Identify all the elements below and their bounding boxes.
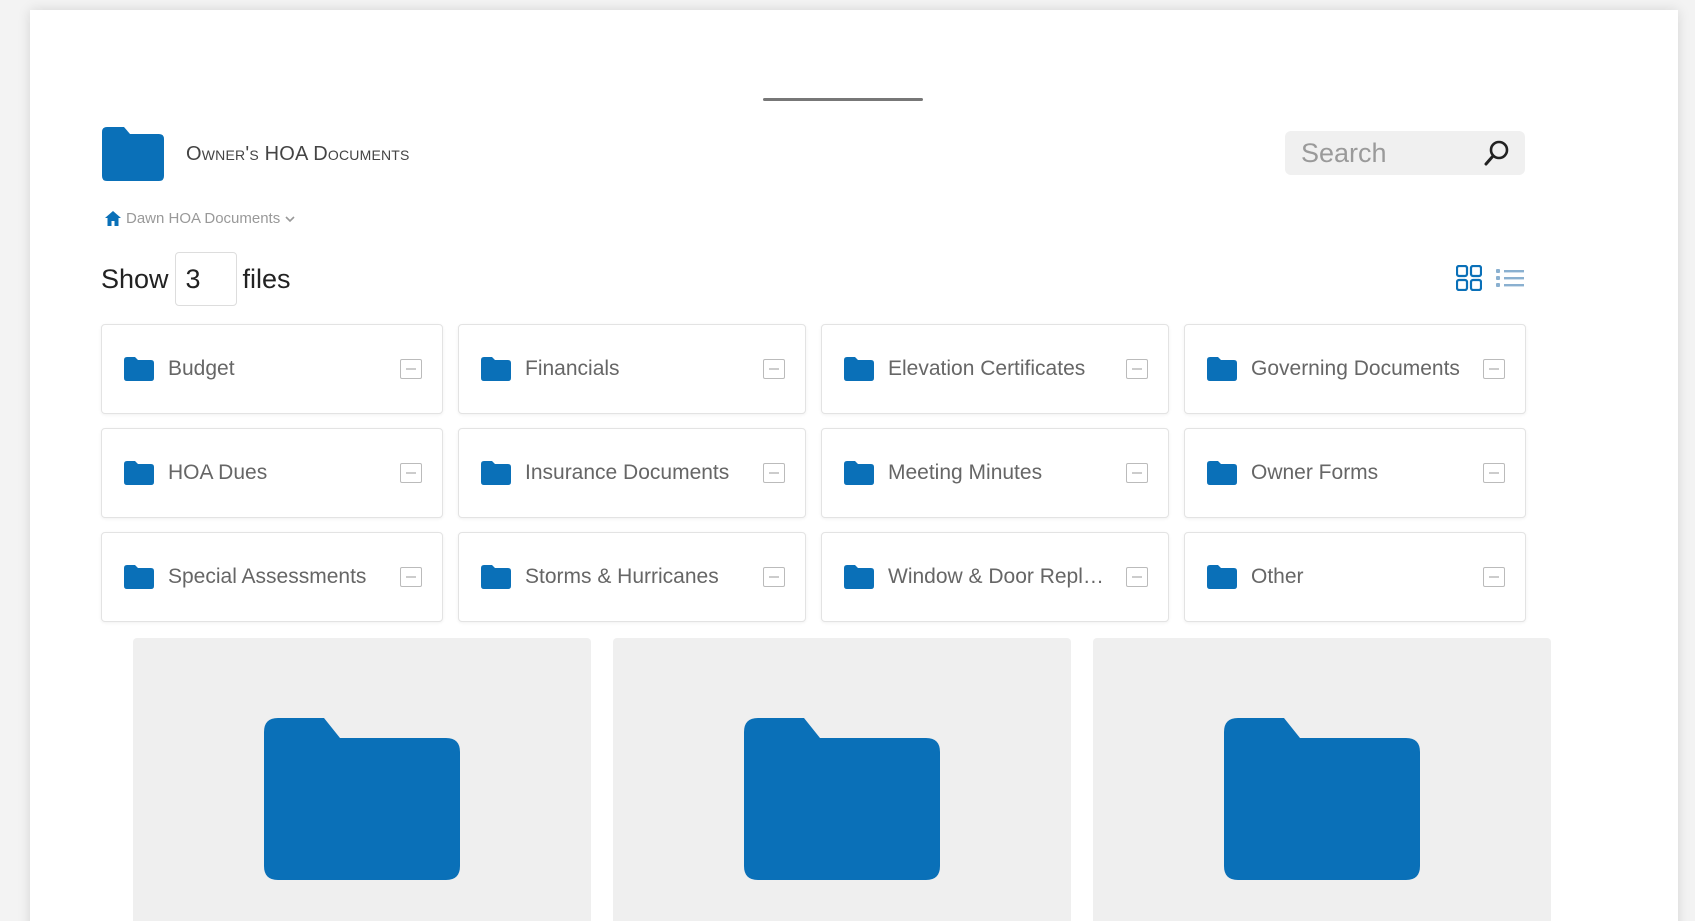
folder-label: Governing Documents xyxy=(1251,357,1460,380)
folder-tile[interactable]: Meeting Minutes xyxy=(821,428,1169,518)
view-toggle xyxy=(1456,265,1524,291)
folder-menu-icon[interactable] xyxy=(763,359,785,379)
file-card[interactable] xyxy=(1093,638,1551,921)
chevron-down-icon xyxy=(285,215,295,222)
home-icon xyxy=(105,211,121,226)
folder-icon xyxy=(124,565,154,589)
folder-icon xyxy=(481,565,511,589)
folder-icon xyxy=(1224,718,1420,880)
files-label: files xyxy=(242,263,291,294)
folder-label: Budget xyxy=(168,357,235,380)
folder-icon xyxy=(1207,461,1237,485)
folder-icon xyxy=(124,357,154,381)
library-title: Owner's HOA Documents xyxy=(186,142,410,165)
folder-label: Special Assessments xyxy=(168,565,367,588)
folder-menu-icon[interactable] xyxy=(1126,359,1148,379)
file-card[interactable] xyxy=(613,638,1071,921)
folder-label: HOA Dues xyxy=(168,461,268,484)
folder-tile[interactable]: Budget xyxy=(101,324,443,414)
list-view-icon[interactable] xyxy=(1496,265,1524,291)
folder-menu-icon[interactable] xyxy=(763,463,785,483)
folder-tile[interactable]: HOA Dues xyxy=(101,428,443,518)
folder-label: Financials xyxy=(525,357,620,380)
drag-handle xyxy=(763,98,923,101)
show-files-control: Show files xyxy=(101,252,291,306)
folder-icon xyxy=(844,461,874,485)
folder-menu-icon[interactable] xyxy=(1126,567,1148,587)
folder-tile[interactable]: Financials xyxy=(458,324,806,414)
folder-tile[interactable]: Special Assessments xyxy=(101,532,443,622)
folder-menu-icon[interactable] xyxy=(1483,567,1505,587)
folder-menu-icon[interactable] xyxy=(400,463,422,483)
folder-menu-icon[interactable] xyxy=(1483,359,1505,379)
folder-menu-icon[interactable] xyxy=(1483,463,1505,483)
search-input[interactable] xyxy=(1301,137,1483,169)
folder-label: Other xyxy=(1251,565,1304,588)
folder-icon xyxy=(1207,565,1237,589)
folder-label: Elevation Certificates xyxy=(888,357,1086,380)
folder-tile[interactable]: Other xyxy=(1184,532,1526,622)
file-card[interactable] xyxy=(133,638,591,921)
folder-icon xyxy=(1207,357,1237,381)
files-count-input[interactable] xyxy=(174,252,237,306)
breadcrumb[interactable]: Dawn HOA Documents xyxy=(105,210,295,227)
folder-icon xyxy=(481,461,511,485)
folder-menu-icon[interactable] xyxy=(400,567,422,587)
folder-tile[interactable]: Window & Door Replacement xyxy=(821,532,1169,622)
folder-tile[interactable]: Insurance Documents xyxy=(458,428,806,518)
search-box[interactable] xyxy=(1285,131,1525,175)
file-cards xyxy=(133,638,1551,921)
show-label: Show xyxy=(101,263,169,294)
folder-tile[interactable]: Storms & Hurricanes xyxy=(458,532,806,622)
library-header: Owner's HOA Documents xyxy=(102,127,410,181)
folder-grid: Budget Financials Elevation Certificates Go… xyxy=(101,324,1526,622)
search-icon[interactable] xyxy=(1483,139,1511,167)
folder-icon xyxy=(744,718,940,880)
folder-menu-icon[interactable] xyxy=(763,567,785,587)
folder-menu-icon[interactable] xyxy=(400,359,422,379)
folder-label: Storms & Hurricanes xyxy=(525,565,719,588)
folder-tile[interactable]: Owner Forms xyxy=(1184,428,1526,518)
grid-view-icon[interactable] xyxy=(1456,265,1482,291)
folder-icon xyxy=(264,718,460,880)
folder-icon xyxy=(844,565,874,589)
folder-icon xyxy=(844,357,874,381)
folder-label: Meeting Minutes xyxy=(888,461,1043,484)
folder-label: Insurance Documents xyxy=(525,461,730,484)
folder-icon xyxy=(124,461,154,485)
folder-tile[interactable]: Elevation Certificates xyxy=(821,324,1169,414)
folder-icon xyxy=(481,357,511,381)
breadcrumb-label: Dawn HOA Documents xyxy=(126,210,281,227)
folder-label: Window & Door Replacement xyxy=(888,565,1112,588)
folder-tile[interactable]: Governing Documents xyxy=(1184,324,1526,414)
folder-label: Owner Forms xyxy=(1251,461,1379,484)
folder-icon xyxy=(102,127,164,181)
folder-menu-icon[interactable] xyxy=(1126,463,1148,483)
